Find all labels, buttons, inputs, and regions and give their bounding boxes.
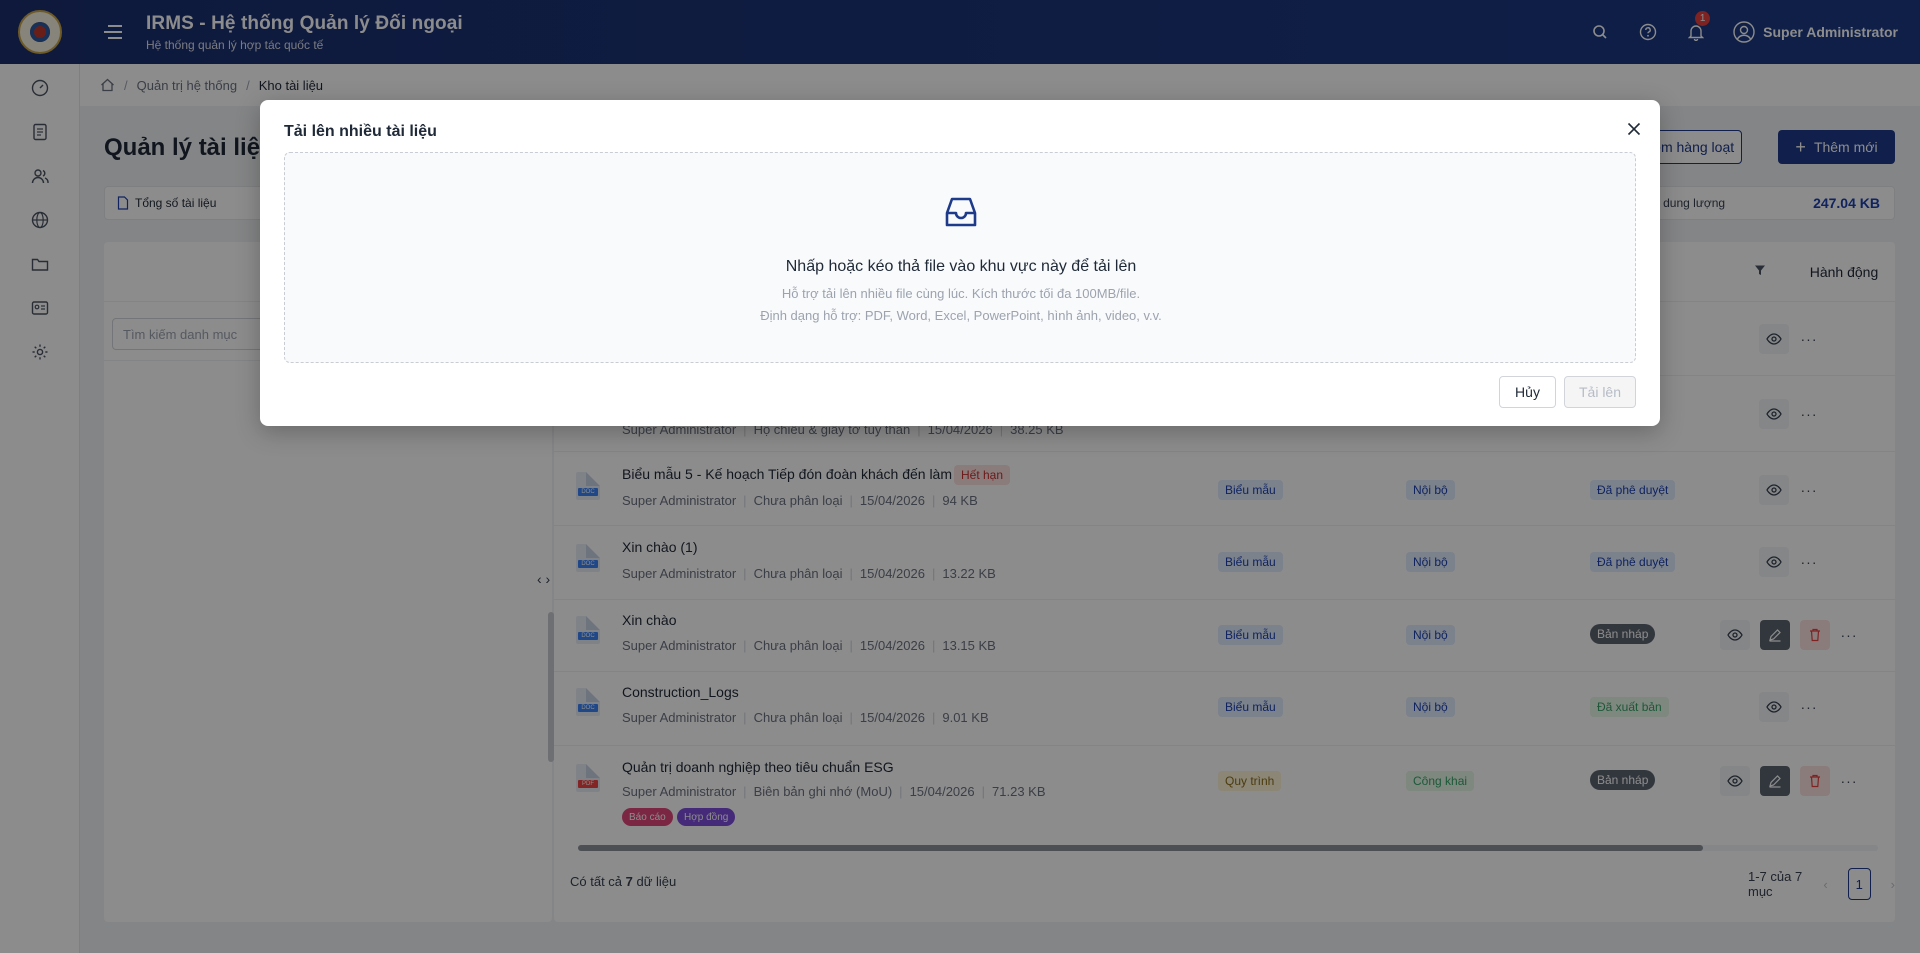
inbox-icon	[945, 197, 977, 227]
dropzone-main-text: Nhấp hoặc kéo thả file vào khu vực này đ…	[785, 258, 1137, 275]
dropzone-hint-size: Hỗ trợ tải lên nhiều file cùng lúc. Kích…	[781, 286, 1141, 301]
dropzone-hint-formats: Định dạng hỗ trợ: PDF, Word, Excel, Powe…	[760, 308, 1162, 323]
upload-button[interactable]: Tải lên	[1564, 376, 1636, 408]
modal-title: Tải lên nhiều tài liệu	[284, 123, 437, 140]
cancel-button[interactable]: Hủy	[1499, 376, 1556, 408]
close-icon[interactable]	[1623, 118, 1645, 140]
upload-dropzone[interactable]: Nhấp hoặc kéo thả file vào khu vực này đ…	[284, 152, 1636, 363]
upload-modal: Tải lên nhiều tài liệu Nhấp hoặc kéo thả…	[260, 100, 1660, 426]
